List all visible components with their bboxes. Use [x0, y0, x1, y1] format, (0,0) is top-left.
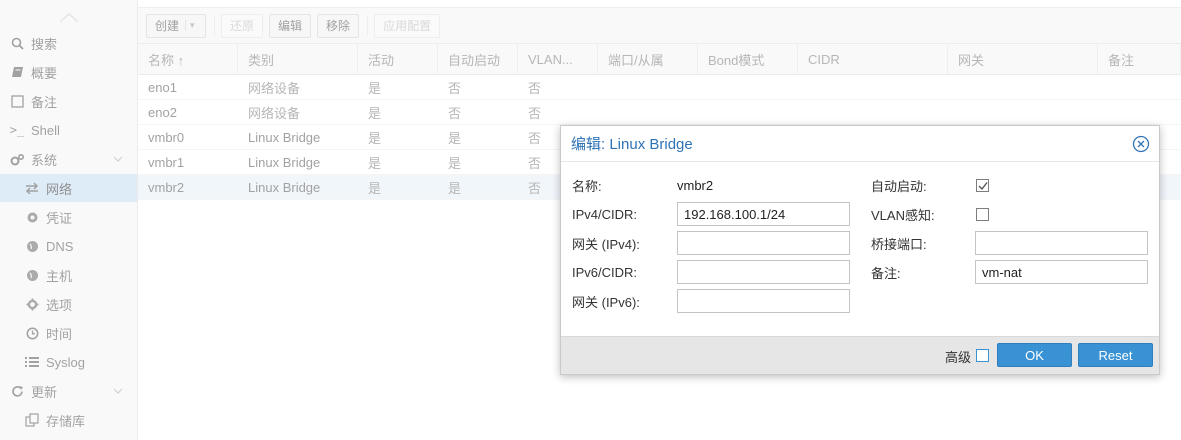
bridge-ports-label: 桥接端口:: [871, 236, 927, 252]
advanced-label: 高级: [944, 350, 971, 365]
close-icon[interactable]: [1132, 135, 1150, 153]
advanced-checkbox[interactable]: [976, 349, 989, 362]
name-label: 名称:: [572, 178, 602, 194]
dialog-footer: 高级 OK Reset: [561, 336, 1159, 374]
vlan-aware-checkbox[interactable]: [976, 208, 989, 221]
bridge-ports-input[interactable]: [975, 231, 1148, 255]
vlan-aware-label: VLAN感知:: [871, 207, 935, 223]
checkmark-icon: [978, 182, 988, 191]
autostart-checkbox[interactable]: [976, 179, 989, 192]
ipv4-label: IPv4/CIDR:: [572, 206, 638, 222]
reset-button[interactable]: Reset: [1078, 343, 1153, 367]
dialog-title: 编辑: Linux Bridge: [571, 136, 693, 153]
ipv4-cidr-input[interactable]: 192.168.100.1/24: [677, 202, 850, 226]
ipv6-cidr-input[interactable]: [677, 260, 850, 284]
comment-label: 备注:: [871, 265, 901, 281]
gateway-ipv4-input[interactable]: [677, 231, 850, 255]
comment-value: vm-nat: [982, 264, 1022, 280]
ipv4-cidr-value: 192.168.100.1/24: [684, 206, 786, 222]
dialog-title-bar: 编辑: Linux Bridge: [561, 126, 1159, 162]
gateway-ipv6-label: 网关 (IPv6):: [572, 294, 640, 310]
ok-button-label: OK: [1025, 347, 1044, 363]
ok-button[interactable]: OK: [997, 343, 1072, 367]
ipv6-label: IPv6/CIDR:: [572, 264, 638, 280]
gateway-ipv6-input[interactable]: [677, 289, 850, 313]
reset-button-label: Reset: [1098, 347, 1133, 363]
name-value: vmbr2: [677, 177, 714, 193]
edit-bridge-dialog: 编辑: Linux Bridge 名称: vmbr2 IPv4/CIDR: 19…: [560, 125, 1160, 375]
comment-input[interactable]: vm-nat: [975, 260, 1148, 284]
autostart-label: 自动启动:: [871, 178, 927, 194]
gateway-ipv4-label: 网关 (IPv4):: [572, 236, 640, 252]
